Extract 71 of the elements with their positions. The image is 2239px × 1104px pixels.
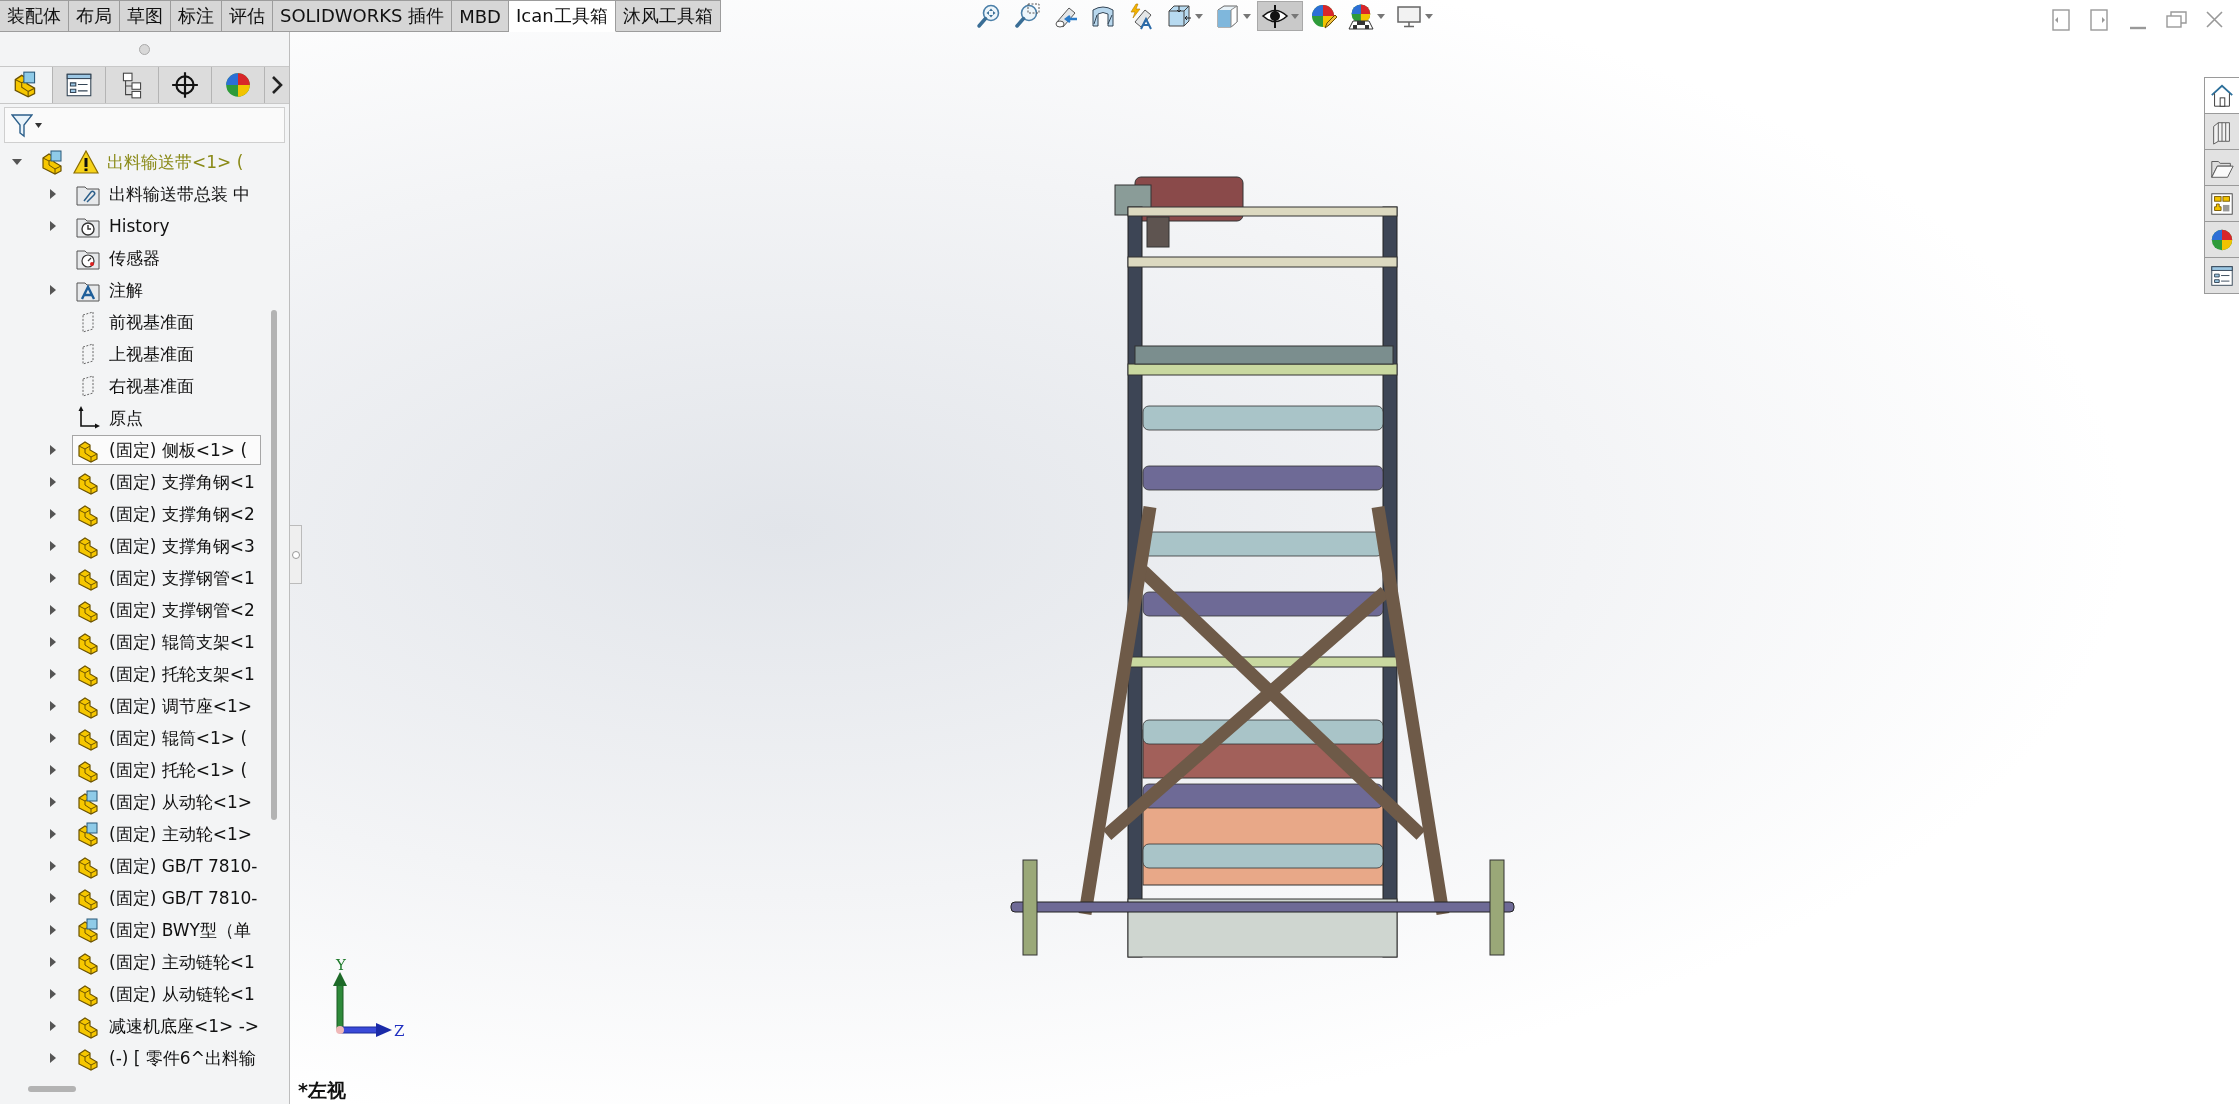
panel-tab[interactable] (0, 67, 53, 103)
task-pane-tab[interactable] (2204, 113, 2239, 150)
y-axis-arrow (333, 972, 347, 1031)
zoom-area-icon (1012, 2, 1041, 30)
tree-item[interactable]: (固定) 调节座<1> (72, 691, 261, 721)
tree-item[interactable]: (固定) 侧板<1> ( (72, 435, 261, 465)
warning-icon (73, 150, 99, 174)
axis-label: Z (394, 1022, 405, 1040)
view-palette-icon (2209, 190, 2235, 217)
horizontal-scrollbar[interactable] (28, 1086, 76, 1092)
axis-label: Y (336, 956, 346, 974)
task-pane-tab[interactable] (2204, 77, 2239, 114)
origin-dot (336, 1026, 344, 1034)
tree-item[interactable]: 原点 (72, 403, 261, 433)
task-pane-tab[interactable] (2204, 185, 2239, 222)
ribbon-tab[interactable]: 标注 (171, 0, 222, 32)
z-axis-arrow (339, 1023, 392, 1037)
view-name-label: *左视 (298, 1078, 346, 1103)
tree-item[interactable]: (固定) 支撑角钢<1 (72, 467, 261, 497)
task-pane-tab[interactable] (2204, 149, 2239, 186)
ribbon-tab[interactable]: 沐风工具箱 (615, 0, 721, 32)
ribbon-tab[interactable]: Ican工具箱 (508, 0, 616, 32)
tree-item[interactable]: (固定) GB/T 7810- (72, 851, 263, 881)
ribbon-tab[interactable]: 评估 (222, 0, 273, 32)
ribbon-tab[interactable]: 布局 (69, 0, 120, 32)
tree-item[interactable]: (固定) 支撑角钢<2 (72, 499, 261, 529)
tile-left-icon[interactable] (2051, 8, 2073, 32)
tree-item[interactable]: (固定) 从动轮<1> (72, 787, 261, 817)
hide-show-icon (1260, 2, 1289, 30)
tree-item[interactable]: 出料输送带总装 中 (72, 179, 261, 209)
tree-item[interactable]: 传感器 (72, 243, 261, 273)
home-icon (2209, 82, 2235, 109)
tree-item[interactable]: 注解 (72, 275, 261, 305)
tree-item[interactable]: 前视基准面 (72, 307, 261, 337)
hide-show-button[interactable] (1256, 1, 1303, 31)
tree-item[interactable]: (固定) 托轮支架<1 (72, 659, 261, 689)
vertical-scrollbar[interactable] (271, 310, 277, 820)
ribbon-tab[interactable]: 草图 (120, 0, 171, 32)
tree-item[interactable]: (固定) 从动链轮<1 (72, 979, 261, 1009)
ribbon-tab[interactable]: MBD (452, 0, 509, 32)
filter-icon[interactable] (11, 112, 33, 138)
tree-item[interactable]: 减速机底座<1> -> (72, 1011, 265, 1041)
assembly-icon (75, 821, 101, 847)
tree-item[interactable]: History (72, 211, 261, 241)
appearance-ball-icon (223, 70, 253, 100)
assembly-icon (75, 789, 101, 815)
tree-item[interactable]: (固定) 辊筒<1> ( (72, 723, 261, 753)
apply-scene-icon (1346, 2, 1375, 30)
assembly-icon (39, 149, 65, 175)
tree-item[interactable]: (固定) 支撑角钢<3 (72, 531, 261, 561)
panel-collapse-handle[interactable] (290, 525, 302, 584)
tree-item[interactable]: (固定) BWY型（单 (72, 915, 261, 945)
crosshair-icon (170, 70, 200, 100)
tree-item[interactable]: (固定) 主动轮<1> (72, 819, 261, 849)
tree-item[interactable]: (固定) 辊筒支架<1 (72, 627, 261, 657)
tree-item[interactable]: (-) [ 零件6^出料输 (72, 1043, 261, 1073)
panel-grip-handle[interactable] (139, 43, 150, 55)
tree-item[interactable]: 上视基准面 (72, 339, 261, 369)
task-pane-tab[interactable] (2204, 221, 2239, 258)
ribbon-tab[interactable]: SOLIDWORKS 插件 (273, 0, 453, 32)
task-pane-tab[interactable] (2204, 257, 2239, 294)
tree-item[interactable]: (固定) 主动链轮<1 (72, 947, 261, 977)
tree-item[interactable]: (固定) 支撑钢管<2 (72, 595, 261, 625)
dropdown-caret-icon[interactable] (35, 122, 42, 128)
tree-item[interactable]: (固定) GB/T 7810- (72, 883, 263, 913)
ribbon-tab[interactable]: 装配体 (0, 0, 69, 32)
assembly-icon (75, 917, 101, 943)
tree-item[interactable]: 右视基准面 (72, 371, 261, 401)
tree-item[interactable]: (固定) 托轮<1> ( (72, 755, 261, 785)
tree-item[interactable]: (固定) 支撑钢管<1 (72, 563, 261, 593)
tile-right-icon[interactable] (2089, 8, 2111, 32)
